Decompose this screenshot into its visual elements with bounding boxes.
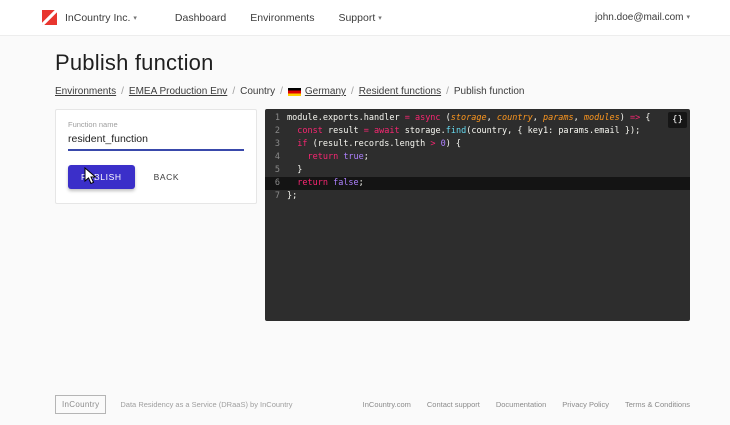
content-row: Function name PUBLISH BACK 1 module.expor… — [55, 109, 690, 321]
code-line[interactable]: 5 } — [265, 164, 690, 177]
line-number: 7 — [274, 191, 280, 201]
nav-items: Dashboard Environments Support ▾ — [175, 12, 382, 24]
code-text: return true; — [307, 152, 369, 162]
code-line[interactable]: 3 if (result.records.length > 0) { — [265, 138, 690, 151]
breadcrumb-resident-functions[interactable]: Resident functions — [359, 86, 441, 97]
code-area: 1 module.exports.handler = async (storage… — [265, 112, 690, 203]
line-number: 6 — [274, 178, 280, 188]
code-editor[interactable]: 1 module.exports.handler = async (storage… — [265, 109, 690, 321]
footer-link-terms-conditions[interactable]: Terms & Conditions — [625, 400, 690, 409]
footer-link-privacy-policy[interactable]: Privacy Policy — [562, 400, 609, 409]
line-number: 2 — [274, 126, 280, 136]
breadcrumb-separator: / — [351, 86, 354, 97]
footer: InCountry Data Residency as a Service (D… — [0, 383, 730, 425]
chevron-down-icon: ▾ — [378, 14, 382, 22]
nav-item-support[interactable]: Support ▾ — [338, 12, 381, 24]
code-line[interactable]: 7}; — [265, 190, 690, 203]
code-line[interactable]: 6 return false; — [265, 177, 690, 190]
company-switcher[interactable]: InCountry Inc. ▾ — [65, 12, 137, 24]
breadcrumb-publish-function: Publish function — [453, 86, 525, 97]
breadcrumb-country: Country — [240, 86, 276, 97]
code-text: const result = await storage.find(countr… — [297, 126, 641, 136]
function-name-label: Function name — [68, 120, 118, 129]
code-line[interactable]: 1 module.exports.handler = async (storage… — [265, 112, 690, 125]
footer-link-incountry-com[interactable]: InCountry.com — [363, 400, 411, 409]
function-form-card: Function name PUBLISH BACK — [55, 109, 257, 204]
breadcrumb-separator: / — [280, 86, 283, 97]
code-line[interactable]: 4 return true; — [265, 151, 690, 164]
breadcrumb: Environments / EMEA Production Env / Country… — [55, 86, 690, 97]
breadcrumb-environments[interactable]: Environments — [55, 86, 116, 97]
breadcrumb-separator: / — [446, 86, 449, 97]
line-number: 3 — [274, 139, 280, 149]
form-buttons: PUBLISH BACK — [68, 165, 244, 189]
main-content: Publish function Environments / EMEA Produ… — [0, 36, 730, 321]
user-menu[interactable]: john.doe@mail.com ▾ — [595, 12, 690, 23]
footer-link-contact-support[interactable]: Contact support — [427, 400, 480, 409]
line-number: 5 — [274, 165, 280, 175]
chevron-down-icon: ▾ — [686, 14, 690, 21]
code-line[interactable]: 2 const result = await storage.find(coun… — [265, 125, 690, 138]
breadcrumb-emea-production-env[interactable]: EMEA Production Env — [129, 86, 227, 97]
footer-tagline: Data Residency as a Service (DRaaS) by I… — [120, 399, 293, 409]
incountry-logo-icon — [42, 10, 57, 25]
back-button[interactable]: BACK — [145, 165, 189, 189]
function-name-input[interactable] — [68, 130, 244, 151]
breadcrumb-germany[interactable]: Germany — [287, 86, 346, 97]
breadcrumb-separator: / — [232, 86, 236, 97]
code-format-icon[interactable]: {} — [668, 112, 687, 128]
footer-incountry-logo: InCountry — [55, 394, 107, 414]
footer-link-documentation[interactable]: Documentation — [496, 400, 546, 409]
germany-flag-icon — [287, 87, 301, 96]
code-text: } — [287, 165, 303, 175]
page-title: Publish function — [55, 50, 214, 75]
nav-item-dashboard[interactable]: Dashboard — [175, 12, 226, 24]
breadcrumb-separator: / — [121, 86, 124, 97]
line-number: 1 — [274, 113, 280, 123]
publish-button[interactable]: PUBLISH — [68, 165, 135, 189]
code-text: return false; — [297, 178, 364, 188]
line-number: 4 — [274, 152, 280, 162]
nav-item-environments[interactable]: Environments — [250, 12, 314, 24]
chevron-down-icon: ▾ — [133, 14, 137, 22]
code-text: }; — [287, 191, 298, 201]
code-text: module.exports.handler = async (storage,… — [287, 113, 651, 123]
footer-links: InCountry.com Contact support Documentatio… — [363, 400, 690, 409]
top-navbar: InCountry Inc. ▾ Dashboard Environments Sup… — [0, 0, 730, 36]
code-text: if (result.records.length > 0) { — [297, 139, 462, 149]
